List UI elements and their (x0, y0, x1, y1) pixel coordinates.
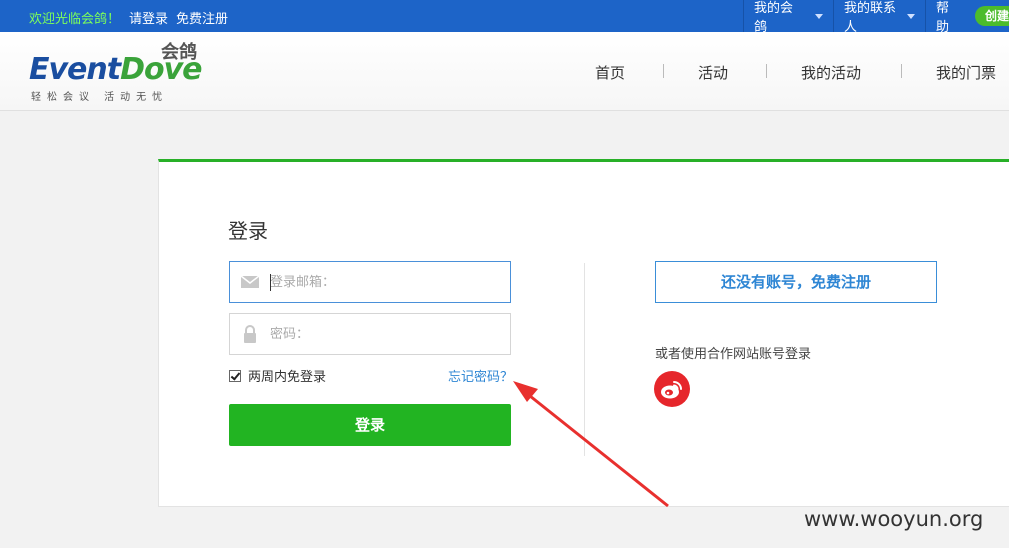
logo-event-text: Event (29, 52, 121, 87)
eventdove-logo[interactable]: EventDove 会鸽 轻松会议 活动无忧 (29, 38, 219, 104)
welcome-text: 欢迎光临会鸽！ (29, 12, 121, 27)
remember-me[interactable]: 两周内免登录 (229, 366, 326, 385)
menu-my-contacts[interactable]: 我的联系人 (833, 0, 925, 35)
menu-my-eventdove[interactable]: 我的会鸽 (743, 0, 833, 35)
menu-my-eventdove-label: 我的会鸽 (754, 1, 794, 35)
menu-my-contacts-label: 我的联系人 (844, 1, 897, 35)
watermark: www.wooyun.org (804, 507, 984, 531)
nav-separator (663, 64, 664, 78)
site-header: EventDove 会鸽 轻松会议 活动无忧 首页 活动 我的活动 我的门票 (0, 32, 1009, 111)
create-button[interactable]: 创建 (975, 6, 1009, 26)
login-link[interactable]: 请登录 (129, 8, 168, 27)
card-divider (584, 263, 585, 456)
nav-separator (901, 64, 902, 78)
email-input[interactable] (270, 263, 506, 301)
menu-help-label: 帮助 (936, 1, 950, 35)
partner-login-text: 或者使用合作网站账号登录 (655, 347, 812, 362)
chevron-down-icon (907, 13, 915, 19)
lock-icon (244, 325, 256, 343)
password-field[interactable] (229, 313, 511, 355)
forgot-password-link[interactable]: 忘记密码？ (448, 366, 513, 385)
logo-slogan: 轻松会议 活动无忧 (31, 92, 169, 103)
nav-separator (766, 64, 767, 78)
menu-help[interactable]: 帮助 (925, 0, 970, 35)
login-title: 登录 (228, 219, 268, 243)
password-input[interactable] (270, 315, 506, 353)
text-cursor (270, 274, 271, 291)
nav-events[interactable]: 活动 (698, 62, 728, 83)
top-menus: 我的会鸽 我的联系人 帮助 (743, 0, 970, 35)
top-bar: 欢迎光临会鸽！ 请登录 免费注册 我的会鸽 我的联系人 帮助 创建 (0, 0, 1009, 35)
signup-button[interactable]: 还没有账号，免费注册 (655, 261, 937, 303)
remember-label: 两周内免登录 (248, 370, 327, 385)
logo-cn-text: 会鸽 (161, 42, 197, 63)
chevron-down-icon (815, 13, 823, 19)
email-field[interactable] (229, 261, 511, 303)
remember-checkbox[interactable] (229, 369, 241, 382)
register-link[interactable]: 免费注册 (176, 8, 228, 27)
weibo-login-button[interactable] (654, 371, 690, 407)
nav-home[interactable]: 首页 (595, 62, 625, 83)
nav-my-tickets[interactable]: 我的门票 (936, 62, 996, 83)
weibo-icon (661, 381, 682, 399)
nav-my-events[interactable]: 我的活动 (801, 62, 861, 83)
login-button[interactable]: 登录 (229, 404, 511, 446)
mail-icon (240, 275, 260, 288)
